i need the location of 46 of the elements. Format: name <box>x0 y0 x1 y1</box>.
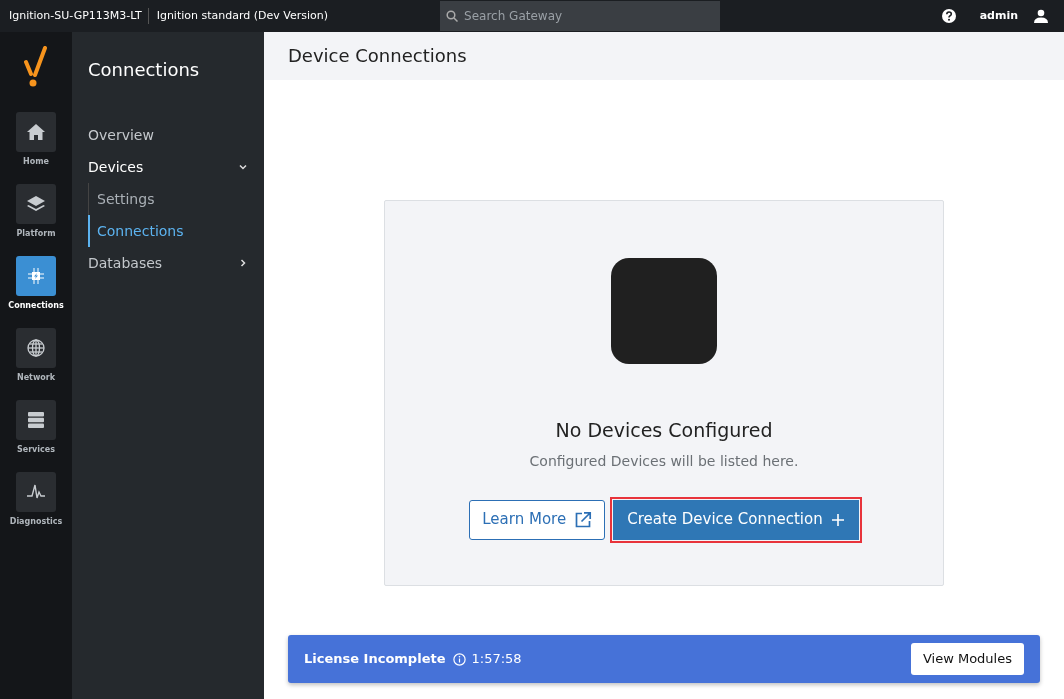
connections-tab[interactable] <box>16 256 56 296</box>
user-name[interactable]: admin <box>979 7 1018 25</box>
search-icon <box>446 10 459 22</box>
home-tab[interactable] <box>16 112 56 152</box>
create-button[interactable]: Create Device Connection <box>613 499 859 540</box>
placeholder-square-icon <box>611 258 717 364</box>
tab-label: Platform <box>16 228 56 240</box>
nav-item[interactable]: Overview <box>88 119 248 151</box>
help-icon[interactable] <box>941 9 956 23</box>
services-tab[interactable] <box>16 400 56 440</box>
license-title: License Incomplete <box>304 650 446 669</box>
tab-label: Connections <box>8 300 64 312</box>
globe-icon <box>27 339 45 357</box>
edition-label: Ignition standard (Dev Version) <box>155 7 329 24</box>
tab-label: Services <box>17 444 55 456</box>
platform-tab[interactable] <box>16 184 56 224</box>
tab-label: Diagnostics <box>9 516 63 528</box>
logo-icon <box>24 46 48 88</box>
gateway-name: Ignition-SU-GP113M3-LT <box>0 7 149 25</box>
nav-subitem[interactable]: Connections <box>88 215 248 247</box>
server-icon <box>27 411 45 429</box>
section-title: Connections <box>88 58 201 82</box>
info-icon <box>453 652 467 666</box>
plus-icon <box>830 512 845 527</box>
tab-label: Network <box>16 372 56 384</box>
chevron-right-icon <box>238 258 248 268</box>
external-link-icon <box>574 510 593 529</box>
learn-more-button[interactable]: Learn More <box>469 499 606 540</box>
layers-icon <box>27 195 45 213</box>
home-icon <box>27 123 45 141</box>
chevron-down-icon <box>238 162 248 172</box>
pulse-icon <box>27 483 45 501</box>
nav-subitem[interactable]: Settings <box>88 183 248 215</box>
network-tab[interactable] <box>16 328 56 368</box>
tab-label: Home <box>23 156 49 168</box>
search-field[interactable]: Search Gateway <box>440 1 721 31</box>
empty-state-message: Configured Devices will be listed here. <box>529 451 799 471</box>
chip-icon <box>27 267 45 285</box>
diagnostics-tab[interactable] <box>16 472 56 512</box>
view-modules-button[interactable]: View Modules <box>910 643 1024 675</box>
empty-state-title: No Devices Configured <box>555 418 773 443</box>
license-timer: 1:57:58 <box>471 650 522 669</box>
nav-item[interactable]: Databases <box>88 247 248 279</box>
user-icon[interactable] <box>1034 9 1048 23</box>
nav-item[interactable]: Devices <box>88 151 248 183</box>
page-title: Device Connections <box>264 32 1064 80</box>
